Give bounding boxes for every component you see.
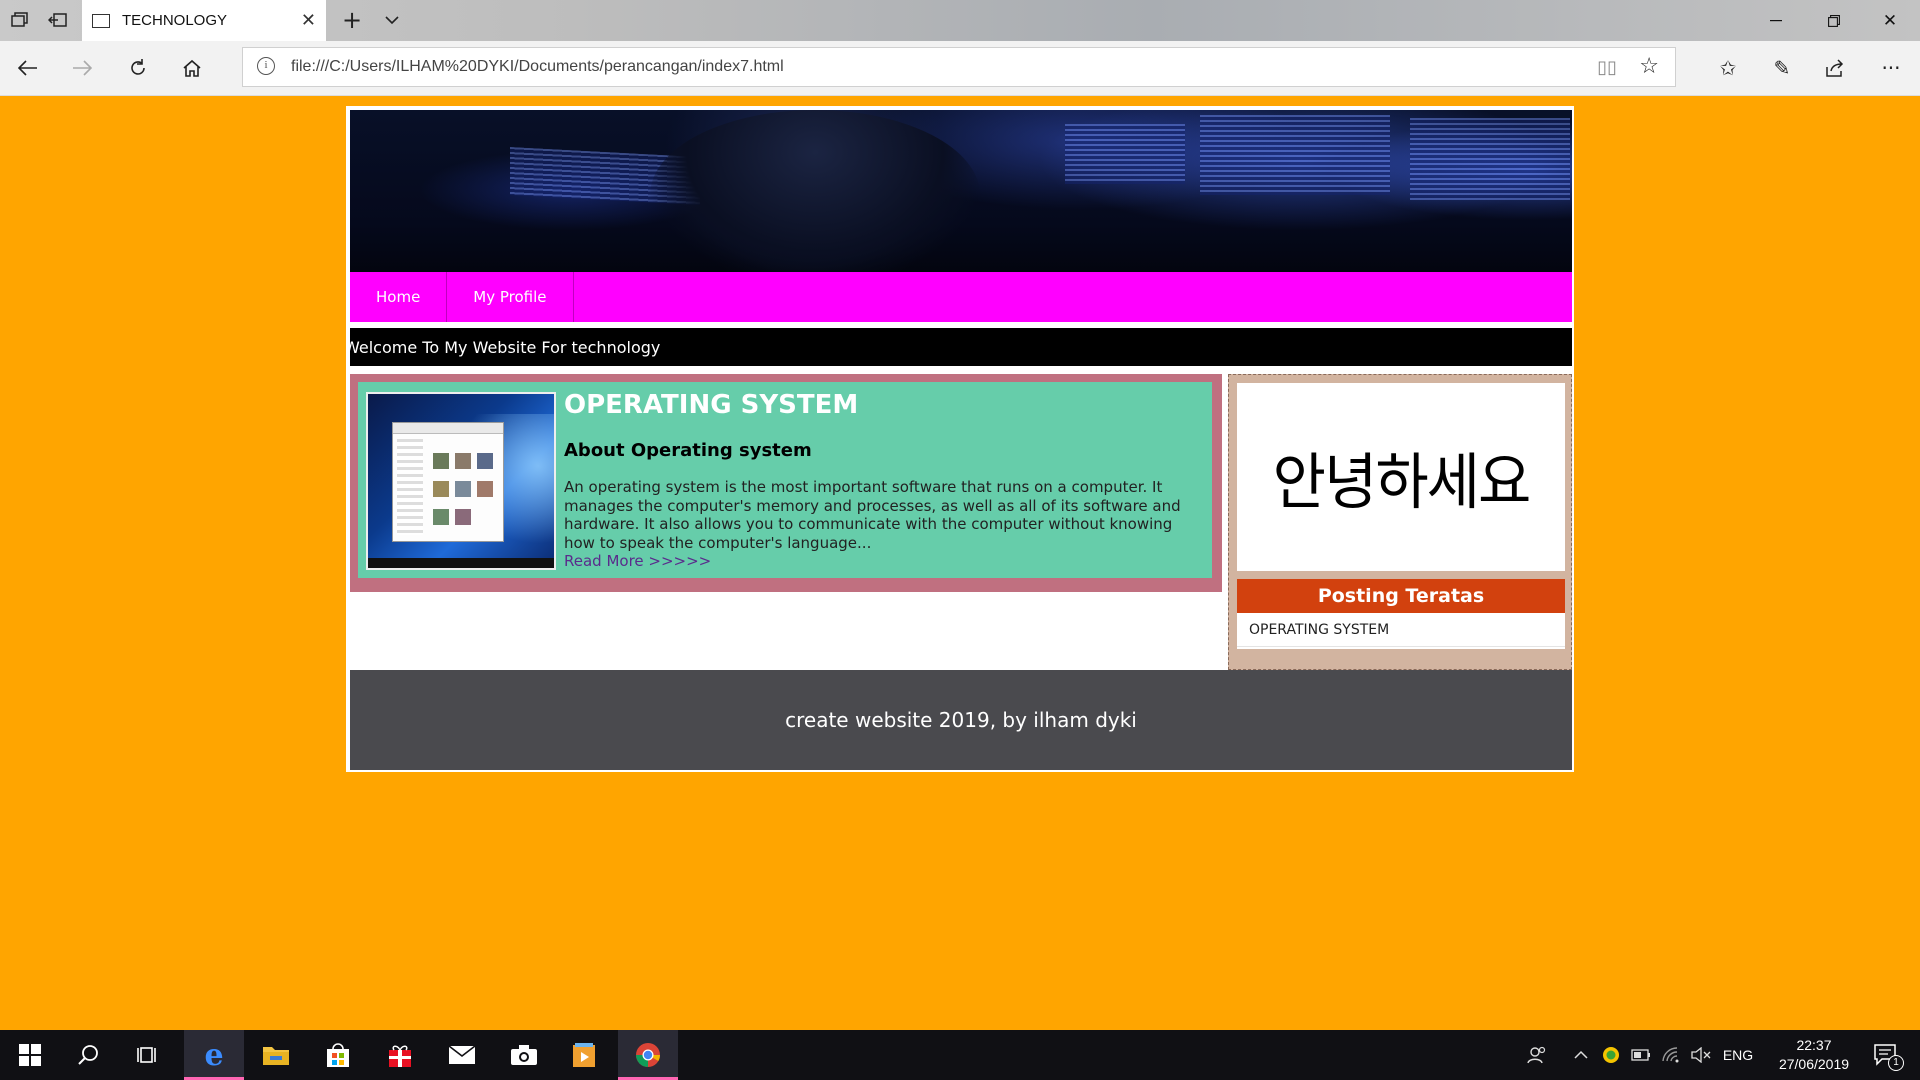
browser-title-bar: TECHNOLOGY ✕ + ✕	[0, 0, 1920, 41]
greeting-image: 안녕하세요	[1237, 383, 1565, 571]
back-icon[interactable]	[14, 54, 42, 82]
page-footer: create website 2019, by ilham dyki	[350, 670, 1572, 770]
gift-app-icon[interactable]	[372, 1030, 428, 1080]
refresh-icon[interactable]	[124, 54, 152, 82]
video-editor-icon[interactable]	[556, 1030, 612, 1080]
file-explorer-icon[interactable]	[248, 1030, 304, 1080]
nav-home[interactable]: Home	[350, 272, 448, 322]
tab-title: TECHNOLOGY	[122, 12, 228, 29]
page-container: Home My Profile Welcome To My Website Fo…	[346, 106, 1574, 772]
forward-icon[interactable]	[68, 54, 96, 82]
footer-text: create website 2019, by ilham dyki	[785, 708, 1137, 732]
wifi-icon[interactable]	[1658, 1030, 1684, 1080]
article-thumbnail	[366, 392, 556, 570]
header-banner-image	[350, 110, 1572, 272]
address-bar[interactable]: i file:///C:/Users/ILHAM%20DYKI/Document…	[242, 47, 1676, 87]
store-icon[interactable]	[310, 1030, 366, 1080]
camera-icon[interactable]	[496, 1030, 552, 1080]
home-icon[interactable]	[178, 54, 206, 82]
taskbar: e ENG 22:37 27/06/2019 1	[0, 1030, 1920, 1080]
set-tabs-aside-icon[interactable]	[46, 8, 70, 32]
new-tab-icon[interactable]: +	[340, 6, 364, 34]
welcome-marquee: Welcome To My Website For technology	[350, 328, 1572, 366]
notification-count: 1	[1888, 1055, 1904, 1071]
close-window-icon[interactable]: ✕	[1862, 0, 1918, 41]
taskbar-clock[interactable]: 22:37 27/06/2019	[1764, 1036, 1864, 1074]
article-card: OPERATING SYSTEM About Operating system …	[350, 374, 1222, 592]
clock-time: 22:37	[1796, 1037, 1832, 1053]
close-tab-icon[interactable]: ✕	[301, 10, 316, 31]
page-icon	[92, 13, 110, 28]
reading-view-icon[interactable]: ▯▯	[1597, 57, 1617, 78]
minimize-icon[interactable]	[1748, 0, 1804, 41]
top-posts-list: OPERATING SYSTEM	[1237, 613, 1565, 649]
site-info-icon[interactable]: i	[257, 57, 275, 75]
more-options-icon[interactable]: ···	[1876, 54, 1906, 82]
clock-date: 27/06/2019	[1778, 1056, 1850, 1072]
sidebar: 안녕하세요 Posting Teratas OPERATING SYSTEM	[1228, 374, 1572, 670]
read-more-link[interactable]: Read More >>>>>	[564, 552, 711, 570]
article-text: An operating system is the most importan…	[564, 478, 1181, 552]
task-view-icon[interactable]	[120, 1030, 176, 1080]
greeting-image-text: 안녕하세요	[1272, 446, 1532, 518]
windows-start-icon[interactable]	[0, 1030, 60, 1080]
top-post-link[interactable]: OPERATING SYSTEM	[1249, 622, 1389, 638]
favorite-star-icon[interactable]: ☆	[1639, 54, 1659, 79]
favorites-icon[interactable]: ✩	[1713, 54, 1743, 82]
chevron-up-icon[interactable]	[1568, 1030, 1594, 1080]
mail-icon[interactable]	[434, 1030, 490, 1080]
chevron-down-icon[interactable]	[380, 8, 404, 32]
chrome-icon[interactable]	[618, 1030, 678, 1080]
url-text: file:///C:/Users/ILHAM%20DYKI/Documents/…	[291, 58, 784, 75]
main-nav: Home My Profile	[350, 272, 1572, 322]
article-body: OPERATING SYSTEM About Operating system …	[358, 382, 1212, 578]
share-icon[interactable]	[1820, 54, 1850, 82]
action-center-icon[interactable]: 1	[1866, 1030, 1906, 1080]
browser-tab[interactable]: TECHNOLOGY ✕	[82, 0, 326, 41]
people-icon[interactable]	[1522, 1030, 1552, 1080]
top-posts-heading: Posting Teratas	[1237, 579, 1565, 613]
pen-icon[interactable]: ✎	[1767, 54, 1797, 82]
restore-icon[interactable]	[1806, 0, 1862, 41]
tab-list-icon[interactable]	[8, 8, 32, 32]
browser-toolbar: i file:///C:/Users/ILHAM%20DYKI/Document…	[0, 41, 1920, 96]
language-indicator[interactable]: ENG	[1720, 1030, 1756, 1080]
nav-my-profile[interactable]: My Profile	[447, 272, 574, 322]
volume-muted-icon[interactable]	[1688, 1030, 1714, 1080]
battery-icon[interactable]	[1628, 1030, 1654, 1080]
edge-browser-icon[interactable]: e	[184, 1030, 244, 1080]
article-title: OPERATING SYSTEM	[564, 390, 859, 420]
search-icon[interactable]	[60, 1030, 116, 1080]
marquee-text: Welcome To My Website For technology	[350, 337, 661, 357]
article-subtitle: About Operating system	[564, 440, 812, 461]
security-tray-icon[interactable]	[1598, 1030, 1624, 1080]
